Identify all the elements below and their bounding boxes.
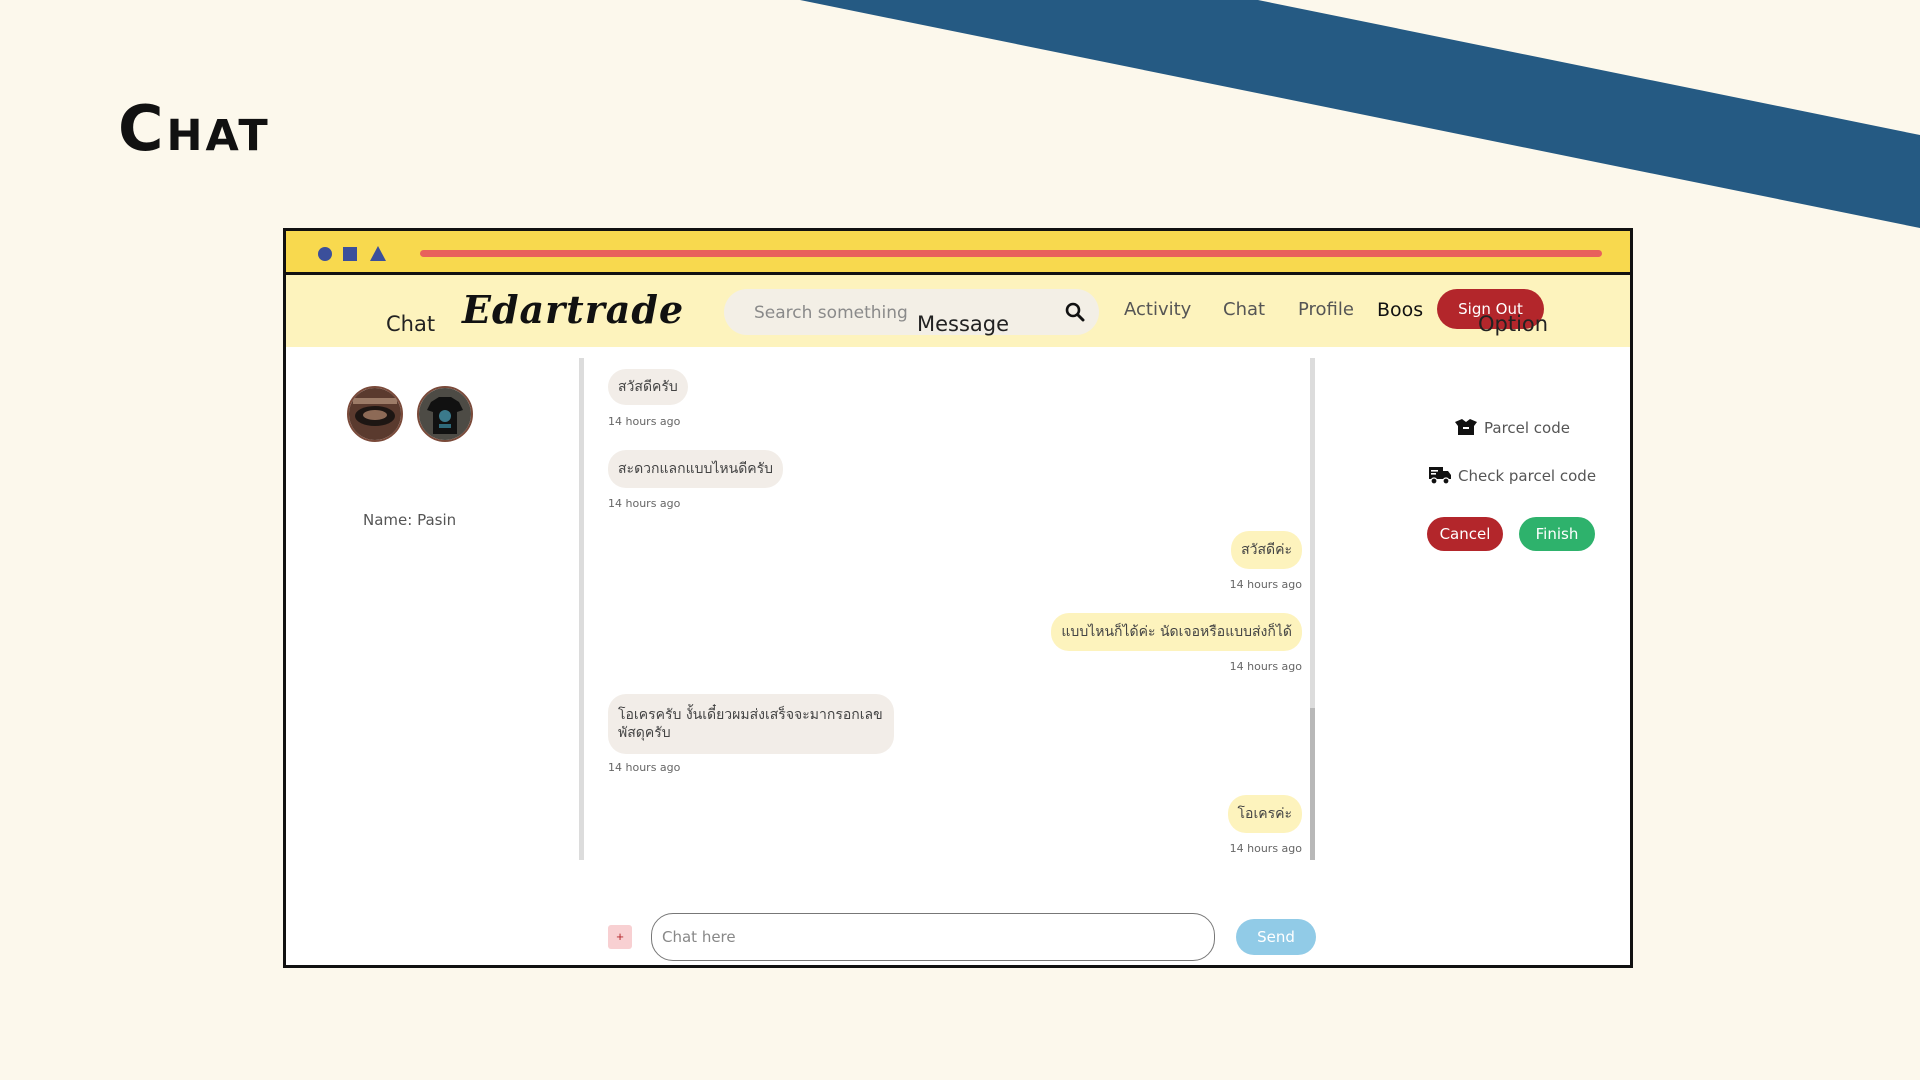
nav-username[interactable]: Boos bbox=[1377, 299, 1423, 321]
message-bubble: แบบไหนก็ได้ค่ะ นัดเจอหรือแบบส่งก็ได้ bbox=[1051, 613, 1302, 651]
message-bubble: โอเครครับ งั้นเดี๋ยวผมส่งเสร็จจะมากรอกเล… bbox=[608, 694, 894, 754]
send-button[interactable]: Send bbox=[1236, 919, 1316, 955]
option-column-title: Option bbox=[1478, 312, 1549, 336]
add-attachment-button[interactable]: + bbox=[608, 925, 632, 949]
avatar[interactable] bbox=[417, 386, 473, 442]
message-time: 14 hours ago bbox=[1229, 842, 1302, 855]
message-time: 14 hours ago bbox=[608, 415, 681, 428]
chat-input[interactable] bbox=[651, 913, 1215, 961]
nav-profile[interactable]: Profile bbox=[1298, 299, 1354, 320]
check-parcel-code-option[interactable]: Check parcel code bbox=[1428, 465, 1596, 485]
message-column-title: Message bbox=[917, 312, 1010, 336]
message-time: 14 hours ago bbox=[1229, 660, 1302, 673]
message-bubble: สวัสดีค่ะ bbox=[1231, 531, 1302, 569]
message-time: 14 hours ago bbox=[608, 761, 681, 774]
message-bubble: โอเครค่ะ bbox=[1227, 795, 1302, 833]
finish-button[interactable]: Finish bbox=[1519, 517, 1595, 551]
message-bubble: สวัสดีครับ bbox=[608, 369, 688, 405]
browser-titlebar bbox=[286, 231, 1630, 275]
message-list[interactable]: สวัสดีครับ 14 hours ago สะดวกแลกแบบไหนดี… bbox=[579, 358, 1315, 860]
navbar: Edartrade Activity Chat Profile Boos Sig… bbox=[286, 275, 1630, 347]
nav-activity[interactable]: Activity bbox=[1124, 299, 1191, 320]
slide-title: Chat bbox=[118, 92, 271, 165]
search-icon[interactable] bbox=[1065, 302, 1085, 322]
nav-chat[interactable]: Chat bbox=[1223, 299, 1265, 320]
circle-icon bbox=[318, 247, 332, 261]
address-bar bbox=[420, 250, 1602, 257]
cancel-button[interactable]: Cancel bbox=[1427, 517, 1503, 551]
scrollbar[interactable] bbox=[1310, 708, 1315, 860]
browser-window: Edartrade Activity Chat Profile Boos Sig… bbox=[283, 228, 1633, 968]
avatar[interactable] bbox=[347, 386, 403, 442]
contact-name: Name: Pasin bbox=[363, 511, 457, 529]
square-icon bbox=[343, 247, 357, 261]
chat-column-title: Chat bbox=[386, 312, 436, 336]
triangle-icon bbox=[370, 246, 386, 261]
truck-icon bbox=[1429, 467, 1451, 485]
logo[interactable]: Edartrade bbox=[462, 287, 684, 332]
box-icon bbox=[1455, 419, 1477, 435]
message-bubble: สะดวกแลกแบบไหนดีครับ bbox=[608, 450, 784, 488]
parcel-code-option[interactable]: Parcel code bbox=[1454, 418, 1570, 437]
search-input[interactable] bbox=[752, 289, 1056, 337]
search-box bbox=[724, 289, 1099, 337]
message-time: 14 hours ago bbox=[608, 497, 681, 510]
message-time: 14 hours ago bbox=[1229, 578, 1302, 591]
